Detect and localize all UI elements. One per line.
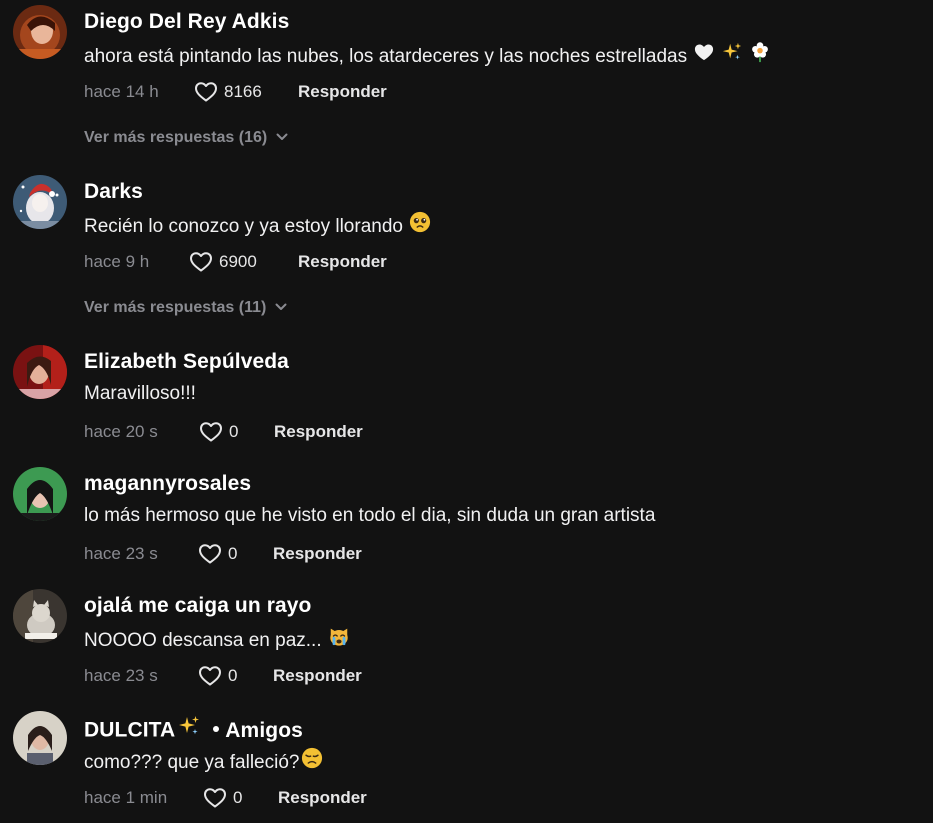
like-count: 8166	[224, 82, 262, 101]
comment-text: ahora está pintando las nubes, los atard…	[84, 41, 771, 71]
comment-text-content: NOOOO descansa en paz...	[84, 630, 322, 652]
heart-icon	[194, 80, 218, 104]
avatar[interactable]	[13, 175, 67, 229]
like-count: 0	[228, 544, 238, 563]
avatar[interactable]	[13, 589, 67, 643]
comment-username[interactable]: Diego Del Rey Adkis	[84, 10, 289, 34]
like-count: 0	[233, 788, 243, 807]
comment-text: lo más hermoso que he visto en todo el d…	[84, 505, 655, 527]
comment-username[interactable]: Elizabeth Sepúlveda	[84, 350, 289, 374]
comment-time: hace 9 h	[84, 252, 150, 271]
avatar[interactable]	[13, 5, 67, 59]
comment-username[interactable]: magannyrosales	[84, 472, 251, 496]
comment-text: como??? que ya falleció?	[84, 747, 323, 777]
reply-button[interactable]: Responder	[273, 666, 362, 686]
comment-text: Recién lo conozco y ya estoy llorando	[84, 211, 431, 241]
heart-icon	[199, 420, 223, 444]
comment-username[interactable]: DULCITA Amigos	[84, 716, 303, 746]
crying-cat-icon	[328, 625, 350, 653]
like-count: 0	[229, 422, 239, 441]
comment-text-content: Recién lo conozco y ya estoy llorando	[84, 216, 403, 238]
comment-time: hace 1 min	[84, 788, 168, 807]
comment-text-content: como??? que ya falleció?	[84, 752, 300, 774]
blossom-icon	[749, 41, 771, 69]
comment-time: hace 14 h	[84, 82, 159, 101]
reply-button[interactable]: Responder	[298, 252, 387, 272]
heart-icon	[203, 786, 227, 810]
comment-time: hace 23 s	[84, 666, 158, 685]
chevron-down-icon	[275, 130, 289, 144]
avatar[interactable]	[13, 345, 67, 399]
like-count: 0	[228, 666, 238, 685]
chevron-down-icon	[274, 300, 288, 314]
comment-text-content: ahora está pintando las nubes, los atard…	[84, 46, 688, 68]
disappointed-face-icon	[301, 747, 323, 775]
bullet-dot	[213, 726, 220, 732]
pleading-face-icon	[409, 211, 431, 239]
reply-button[interactable]: Responder	[274, 422, 363, 442]
comment-username[interactable]: Darks	[84, 180, 143, 204]
reply-button[interactable]: Responder	[273, 544, 362, 564]
comment-username[interactable]: ojalá me caiga un rayo	[84, 594, 311, 618]
view-more-replies-button[interactable]: Ver más respuestas (11)	[84, 299, 288, 317]
comment-time: hace 23 s	[84, 544, 158, 563]
username-text: DULCITA	[84, 718, 176, 742]
comment-text-content: Maravilloso!!!	[84, 383, 196, 404]
view-more-replies-label: Ver más respuestas (11)	[84, 299, 267, 316]
view-more-replies-label: Ver más respuestas (16)	[84, 129, 268, 146]
like-count: 6900	[219, 252, 257, 271]
comment-text: NOOOO descansa en paz...	[84, 627, 350, 655]
avatar[interactable]	[13, 711, 67, 765]
reply-button[interactable]: Responder	[278, 788, 367, 808]
heart-icon	[198, 542, 222, 566]
sparkles-icon	[721, 41, 743, 69]
friends-label: Amigos	[225, 718, 303, 742]
friends-badge: Amigos	[213, 719, 303, 742]
heart-icon	[198, 664, 222, 688]
heart-icon	[189, 250, 213, 274]
reply-button[interactable]: Responder	[298, 82, 387, 102]
comment-time: hace 20 s	[84, 422, 158, 441]
view-more-replies-button[interactable]: Ver más respuestas (16)	[84, 129, 289, 147]
comment-text: Maravilloso!!!	[84, 383, 196, 405]
avatar[interactable]	[13, 467, 67, 521]
white-heart-icon	[693, 42, 715, 68]
comment-text-content: lo más hermoso que he visto en todo el d…	[84, 505, 656, 526]
sparkles-icon	[177, 714, 201, 744]
